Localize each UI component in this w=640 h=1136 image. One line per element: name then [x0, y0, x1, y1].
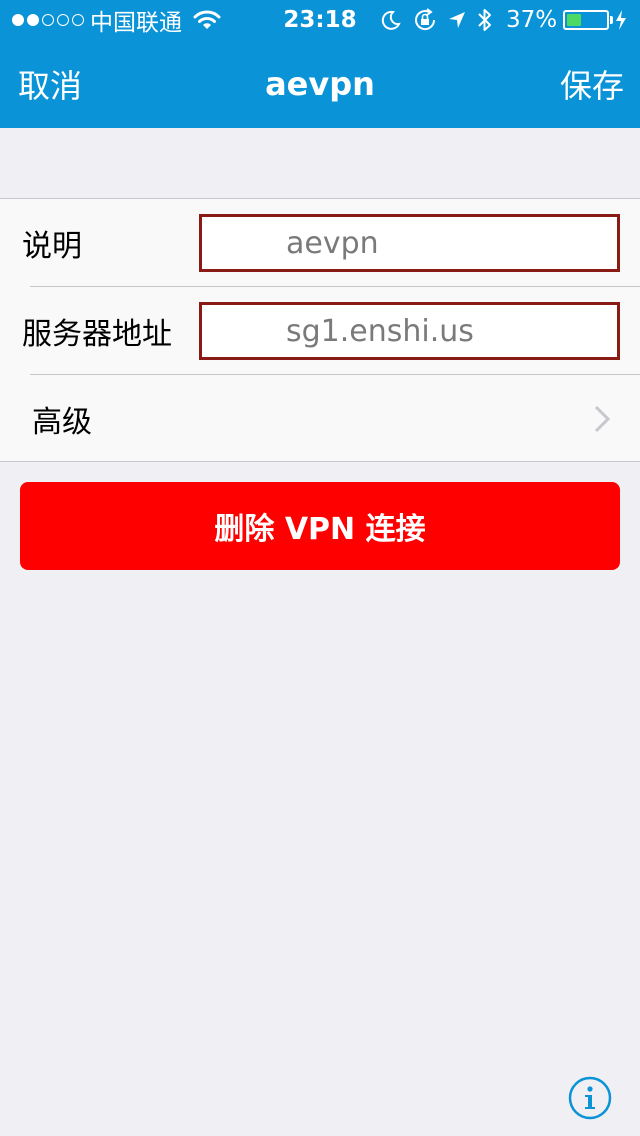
screen: 中国联通 23:18 37% 取消 aevpn 保存 说明 aevpn 服务器地…	[0, 0, 640, 1136]
battery-body	[563, 10, 609, 30]
advanced-label: 高级	[32, 405, 92, 440]
description-field[interactable]: aevpn	[199, 214, 620, 272]
battery-fill	[567, 14, 582, 26]
vpn-settings-group: 说明 aevpn 服务器地址 sg1.enshi.us 高级	[0, 198, 640, 462]
description-row: 说明 aevpn	[0, 199, 640, 287]
nav-bar: 取消 aevpn 保存	[0, 40, 640, 128]
save-button[interactable]: 保存	[560, 40, 624, 128]
server-address-label: 服务器地址	[22, 317, 172, 352]
header: 中国联通 23:18 37% 取消 aevpn 保存	[0, 0, 640, 128]
do-not-disturb-moon-icon	[380, 0, 402, 40]
battery-percent: 37%	[506, 7, 558, 33]
description-label: 说明	[22, 229, 82, 264]
server-address-field[interactable]: sg1.enshi.us	[199, 302, 620, 360]
info-button[interactable]	[568, 1076, 612, 1120]
server-address-row: 服务器地址 sg1.enshi.us	[0, 287, 640, 375]
rotation-lock-icon	[412, 0, 438, 40]
bluetooth-icon	[477, 0, 493, 40]
battery-cap	[610, 16, 613, 24]
location-arrow-icon	[447, 0, 467, 40]
advanced-row[interactable]: 高级	[0, 375, 640, 463]
status-bar: 中国联通 23:18 37%	[0, 0, 640, 40]
page-title: aevpn	[265, 65, 375, 103]
battery-icon	[563, 0, 613, 40]
chevron-right-icon	[594, 405, 611, 433]
delete-vpn-button[interactable]: 删除 VPN 连接	[20, 482, 620, 570]
info-icon	[568, 1076, 612, 1120]
charging-bolt-icon	[615, 0, 627, 40]
